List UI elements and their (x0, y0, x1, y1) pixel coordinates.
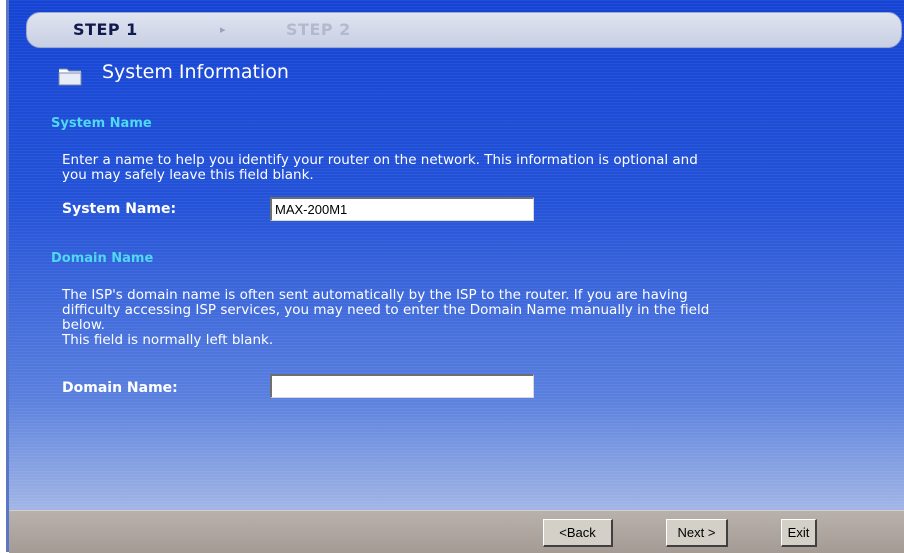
description-line: Enter a name to help you identify your r… (62, 152, 698, 168)
exit-button[interactable]: Exit (781, 519, 817, 547)
domain-name-label: Domain Name: (62, 380, 178, 396)
folder-icon (58, 68, 82, 86)
page-title: System Information (102, 61, 289, 83)
step-1-label: STEP 1 (73, 20, 138, 39)
description-line: difficulty accessing ISP services, you m… (62, 302, 710, 318)
step-separator-arrow-icon: ▸ (220, 23, 226, 36)
description-line: This field is normally left blank. (62, 332, 274, 348)
domain-name-description: The ISP's domain name is often sent auto… (62, 288, 709, 348)
description-line: below. (62, 317, 105, 333)
next-button[interactable]: Next > (666, 519, 728, 547)
system-name-description: Enter a name to help you identify your r… (62, 153, 698, 183)
domain-name-heading: Domain Name (51, 251, 154, 266)
step-2-label: STEP 2 (286, 20, 351, 39)
domain-name-input[interactable] (270, 374, 534, 398)
system-name-label: System Name: (62, 201, 177, 217)
button-bar: <Back Next > Exit (9, 510, 904, 553)
back-button[interactable]: <Back (543, 519, 613, 547)
wizard-panel: STEP 1 ▸ STEP 2 System Information Syste… (9, 0, 904, 510)
system-name-input[interactable] (270, 197, 534, 221)
description-line: The ISP's domain name is often sent auto… (62, 287, 688, 303)
step-indicator: STEP 1 ▸ STEP 2 (26, 12, 902, 48)
description-line: you may safely leave this field blank. (62, 167, 314, 183)
system-name-heading: System Name (51, 116, 152, 131)
